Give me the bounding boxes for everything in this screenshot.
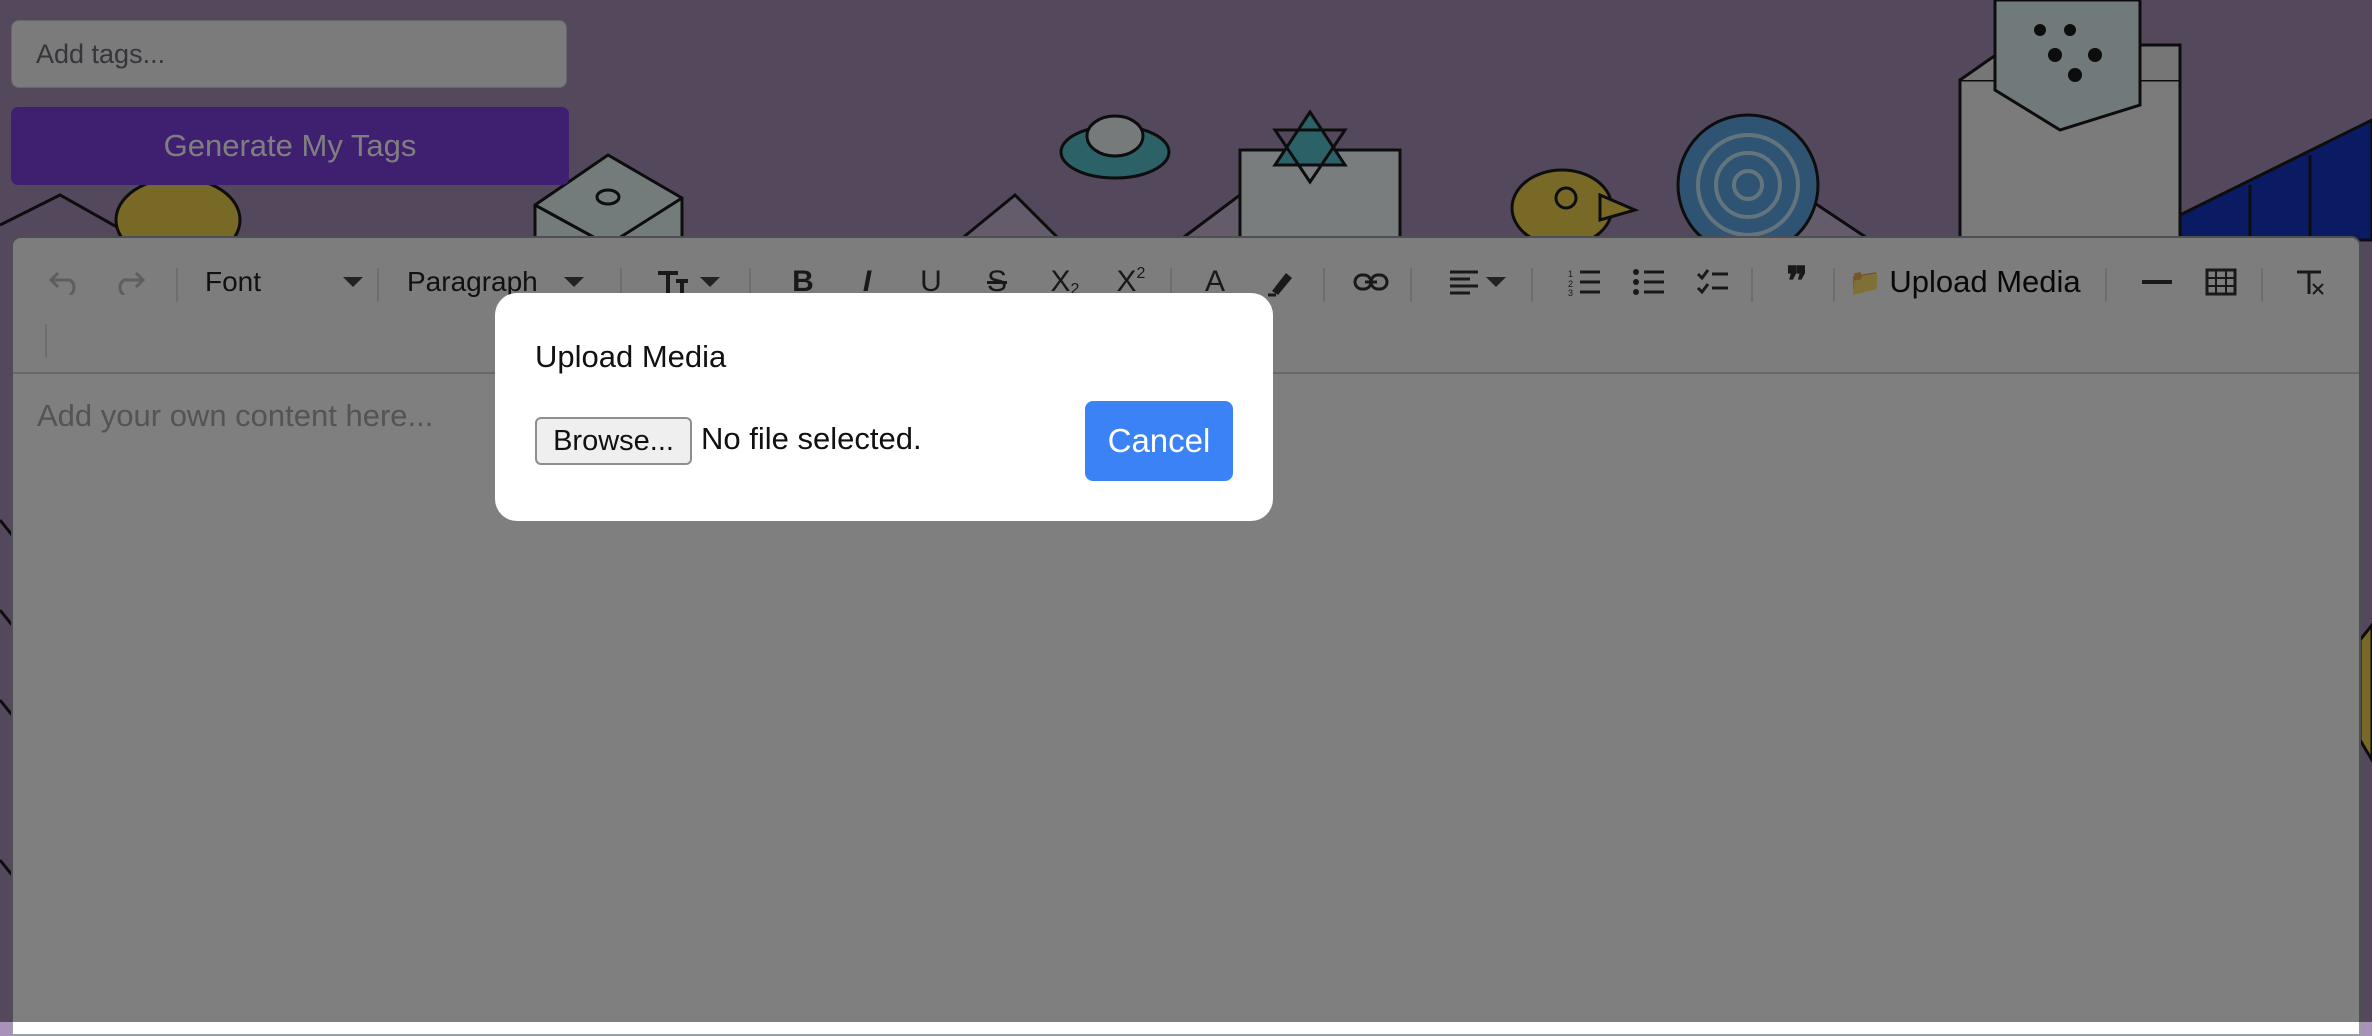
browse-button[interactable]: Browse... [535, 417, 692, 465]
dialog-title: Upload Media [535, 339, 727, 374]
upload-media-dialog: Upload Media Browse... No file selected.… [495, 293, 1273, 521]
file-status-text: No file selected. [701, 421, 922, 456]
cancel-button[interactable]: Cancel [1085, 401, 1233, 481]
